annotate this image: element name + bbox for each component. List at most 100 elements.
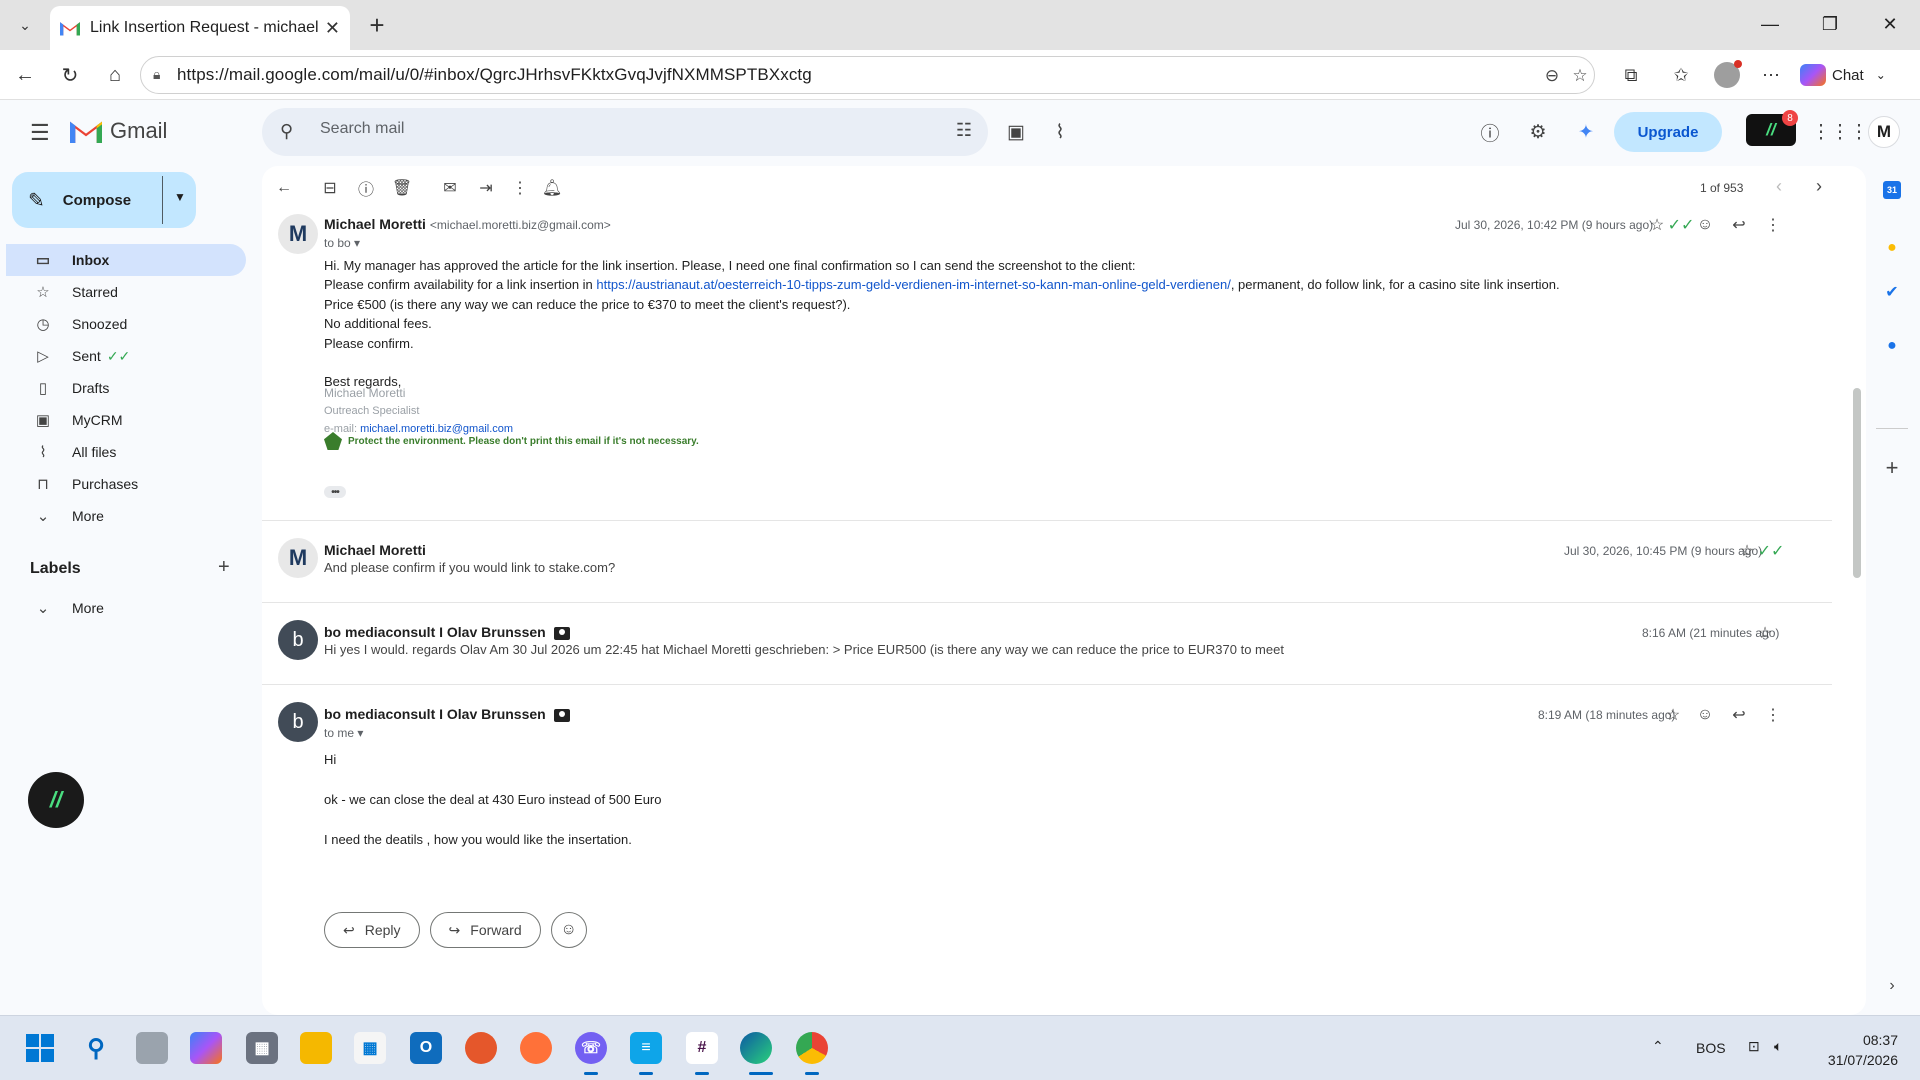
notepad-icon[interactable]: ≡ xyxy=(630,1032,662,1064)
sender-name[interactable]: bo mediaconsult I Olav Brunssen xyxy=(324,706,570,722)
tasks-icon[interactable]: ✔ xyxy=(1880,280,1904,304)
recipients-toggle[interactable]: to bo ▾ xyxy=(324,236,360,250)
emoji-react-icon[interactable]: ☺ xyxy=(1694,214,1716,236)
move-to-icon[interactable]: ⇥ xyxy=(474,176,498,200)
main-menu-icon[interactable]: ☰ xyxy=(30,120,50,146)
reply-icon[interactable]: ↩ xyxy=(1728,214,1750,236)
taskbar-clock[interactable]: 08:37 31/07/2026 xyxy=(1812,1030,1898,1070)
add-addon-icon[interactable]: + xyxy=(1880,455,1904,480)
sidebar-item-inbox[interactable]: ▭ Inbox xyxy=(6,244,246,276)
message-collapsed[interactable]: M Michael Moretti And please confirm if … xyxy=(262,522,1832,602)
sidebar-item-sent[interactable]: ▷ Sent ✓✓ xyxy=(6,340,246,372)
sidebar-item-purchases[interactable]: ⊓ Purchases xyxy=(6,468,246,500)
volume-icon[interactable]: 🔈︎ xyxy=(1774,1038,1782,1055)
reply-button[interactable]: ↩ Reply xyxy=(324,912,420,948)
more-vert-icon[interactable]: ⋮ xyxy=(1762,704,1784,726)
sidebar-item-labels-more[interactable]: ⌄ More xyxy=(6,592,246,624)
account-avatar[interactable]: M xyxy=(1868,116,1900,148)
edge-icon[interactable] xyxy=(740,1032,772,1064)
sidebar-item-all-files[interactable]: ⌇ All files xyxy=(6,436,246,468)
reply-icon[interactable]: ↩ xyxy=(1728,704,1750,726)
new-tab-button[interactable]: + xyxy=(362,10,392,40)
help-icon[interactable]: ⓘ xyxy=(1476,118,1504,146)
apps-grid-icon[interactable]: ⋮⋮⋮ xyxy=(1812,118,1869,146)
forward-button[interactable]: ↪ Forward xyxy=(429,912,541,948)
input-language[interactable]: BOS xyxy=(1696,1040,1726,1056)
emoji-react-button[interactable]: ☺ xyxy=(550,912,587,948)
labels-more[interactable]: ⌄ More xyxy=(6,592,246,624)
contacts-panel-icon[interactable]: ● xyxy=(1880,334,1904,358)
avatar[interactable]: M xyxy=(278,214,318,254)
browser-tab-active[interactable]: Link Insertion Request - michael.m ✕ xyxy=(50,6,350,50)
close-window-button[interactable]: ✕ xyxy=(1860,8,1920,40)
older-icon[interactable]: › xyxy=(1816,176,1822,197)
star-icon[interactable]: ☆ xyxy=(1736,540,1758,562)
mark-unread-icon[interactable]: ✉ xyxy=(438,176,462,200)
show-trimmed-content-button[interactable]: ••• xyxy=(324,486,346,498)
bell-icon[interactable]: 🔔︎ xyxy=(540,176,564,200)
back-to-inbox-icon[interactable]: ← xyxy=(272,176,296,200)
tray-overflow-icon[interactable]: ⌃ xyxy=(1652,1038,1664,1055)
delete-icon[interactable]: 🗑︎ xyxy=(390,176,414,200)
zoom-icon[interactable]: ⊖ xyxy=(1541,65,1563,87)
vv-floating-button[interactable]: // xyxy=(28,772,84,828)
more-menu-icon[interactable]: ⋯ xyxy=(1756,60,1786,90)
url-field[interactable]: 🔒︎ https://mail.google.com/mail/u/0/#inb… xyxy=(140,56,1595,94)
copilot-taskbar-icon[interactable] xyxy=(190,1032,222,1064)
avatar[interactable]: b xyxy=(278,702,318,742)
settings-gear-icon[interactable]: ⚙ xyxy=(1524,118,1552,146)
close-tab-icon[interactable]: ✕ xyxy=(325,18,340,39)
sender-name[interactable]: bo mediaconsult I Olav Brunssen xyxy=(324,624,570,640)
sidebar-item-mycrm[interactable]: ▣ MyCRM xyxy=(6,404,246,436)
archive-icon[interactable]: ⊟ xyxy=(318,176,342,200)
gmail-logo[interactable]: Gmail xyxy=(70,118,167,144)
profile-avatar-icon[interactable] xyxy=(1712,60,1742,90)
back-button[interactable]: ← xyxy=(10,60,40,90)
compose-options-icon[interactable]: ▼ xyxy=(174,190,186,204)
keep-icon[interactable]: ● xyxy=(1880,236,1904,260)
calendar-icon[interactable]: 31 xyxy=(1880,178,1904,202)
message-collapsed[interactable]: b bo mediaconsult I Olav Brunssen Hi yes… xyxy=(262,604,1832,684)
restore-window-button[interactable]: ❐ xyxy=(1800,8,1860,40)
sender-name[interactable]: Michael Moretti <michael.moretti.biz@gmai… xyxy=(324,216,611,232)
star-icon[interactable]: ☆ xyxy=(1646,214,1668,236)
compose-button[interactable]: ✎ Compose ▼ xyxy=(12,172,196,228)
star-icon[interactable]: ☆ xyxy=(1662,704,1684,726)
task-view-icon[interactable] xyxy=(136,1032,168,1064)
scrollbar-thumb[interactable] xyxy=(1853,388,1861,578)
avatar[interactable]: M xyxy=(278,538,318,578)
app-orange-icon[interactable] xyxy=(465,1032,497,1064)
scrollbar[interactable] xyxy=(1852,210,1862,1015)
report-spam-icon[interactable]: ⓘ xyxy=(354,176,378,200)
more-vert-icon[interactable]: ⋮ xyxy=(1762,214,1784,236)
extensions-icon[interactable]: ⧉ xyxy=(1616,60,1646,90)
site-info-icon[interactable]: 🔒︎ xyxy=(153,66,160,83)
attachment-icon[interactable]: ⌇ xyxy=(1046,118,1074,146)
contacts-icon[interactable]: ▣ xyxy=(1002,118,1030,146)
emoji-react-icon[interactable]: ☺ xyxy=(1694,704,1716,726)
outlook-icon[interactable]: O xyxy=(410,1032,442,1064)
more-options-icon[interactable]: ⋮ xyxy=(508,176,532,200)
firefox-icon[interactable] xyxy=(520,1032,552,1064)
sidebar-item-snoozed[interactable]: ◷ Snoozed xyxy=(6,308,246,340)
start-menu-icon[interactable] xyxy=(24,1032,56,1064)
newer-icon[interactable]: ‹ xyxy=(1776,176,1782,197)
star-icon[interactable]: ☆ xyxy=(1754,622,1776,644)
file-explorer-icon[interactable] xyxy=(300,1032,332,1064)
search-input[interactable] xyxy=(320,120,880,138)
reload-button[interactable]: ↻ xyxy=(55,60,85,90)
favorite-star-icon[interactable]: ☆ xyxy=(1569,65,1591,87)
gemini-sparkle-icon[interactable]: ✦ xyxy=(1572,118,1600,146)
contact-card-icon[interactable] xyxy=(553,708,570,722)
favorites-icon[interactable]: ✩ xyxy=(1666,60,1696,90)
tab-list-button[interactable]: ⌄ xyxy=(10,12,40,38)
expand-panel-icon[interactable]: › xyxy=(1880,974,1904,998)
network-icon[interactable]: ⊡ xyxy=(1748,1038,1760,1055)
avatar[interactable]: b xyxy=(278,620,318,660)
calculator-icon[interactable]: ▦ xyxy=(246,1032,278,1064)
upgrade-button[interactable]: Upgrade xyxy=(1614,112,1722,152)
viber-icon[interactable]: ☏ xyxy=(575,1032,607,1064)
ms-store-icon[interactable]: ▦ xyxy=(354,1032,386,1064)
article-link[interactable]: https://austrianaut.at/oesterreich-10-ti… xyxy=(596,277,1230,292)
search-options-icon[interactable]: ☷ xyxy=(956,120,972,141)
